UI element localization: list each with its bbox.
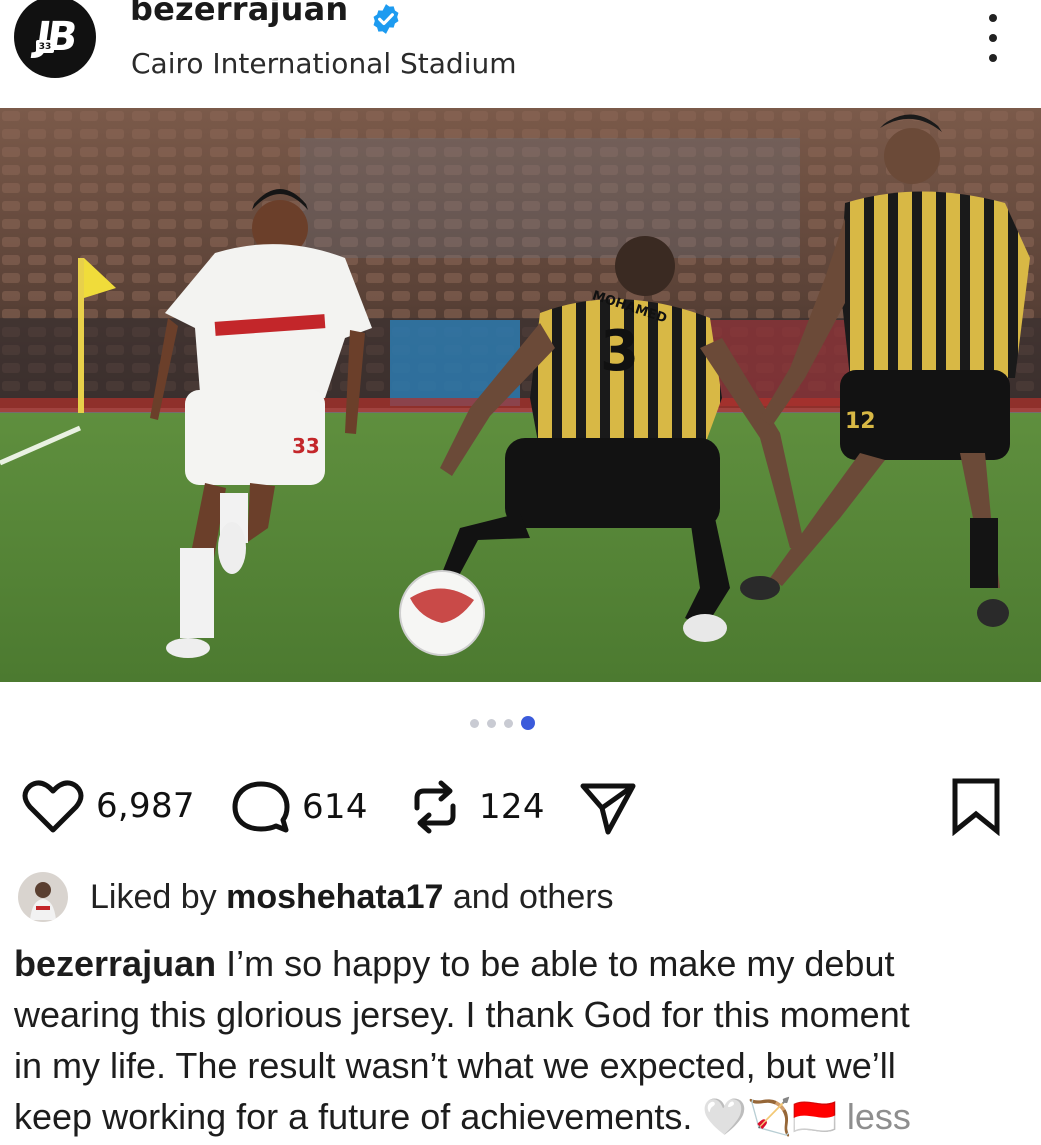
post-location[interactable]: Cairo International Stadium — [131, 47, 517, 80]
avatar-logo: JB — [33, 14, 77, 60]
carousel-dot — [470, 718, 479, 728]
liked-by-row[interactable]: Liked by moshehata17 and others — [18, 870, 614, 924]
post-header: JB 33 bezerrajuan Cairo International St… — [0, 0, 1041, 108]
save-button[interactable] — [950, 776, 1002, 836]
caption-line-1: bezerrajuan I’m so happy to be able to m… — [14, 938, 1034, 989]
post-screen: JB 33 bezerrajuan Cairo International St… — [0, 0, 1041, 1145]
action-bar: 6,987 614 124 — [0, 770, 1041, 840]
post-username[interactable]: bezerrajuan — [130, 0, 348, 28]
white-shirt-number: 33 — [292, 434, 320, 458]
carousel-dot — [487, 718, 496, 728]
more-dot-icon — [989, 54, 997, 62]
verified-badge-icon — [373, 4, 399, 34]
carousel-indicator — [470, 716, 535, 730]
liker-avatar — [18, 872, 68, 922]
profile-avatar[interactable]: JB 33 — [14, 0, 96, 78]
post-caption: bezerrajuan I’m so happy to be able to m… — [14, 938, 1034, 1142]
carousel-dot — [504, 718, 513, 728]
post-photo[interactable]: 33 MOHAMED 3 12 — [0, 108, 1041, 682]
comment-count: 614 — [302, 787, 368, 827]
football-ball — [399, 570, 485, 656]
caption-text-1: I’m so happy to be able to make my debut — [226, 943, 895, 984]
heart-icon — [22, 780, 84, 833]
send-icon — [580, 783, 636, 835]
more-options-button[interactable] — [975, 10, 1011, 66]
more-dot-icon — [989, 34, 997, 42]
liked-by-prefix: Liked by — [90, 877, 217, 916]
share-button[interactable] — [578, 778, 638, 836]
repost-icon — [414, 780, 456, 834]
liked-by-user[interactable]: moshehata17 — [226, 878, 443, 916]
avatar-logo-number: 33 — [36, 40, 54, 53]
caption-line-4: keep working for a future of achievement… — [14, 1091, 1034, 1142]
liked-by-suffix: and others — [452, 877, 614, 916]
football-photo-image: 33 MOHAMED 3 12 — [0, 108, 1041, 682]
caption-username[interactable]: bezerrajuan — [14, 943, 216, 984]
jersey-number: 3 — [600, 319, 639, 384]
caption-line-3: in my life. The result wasn’t what we ex… — [14, 1045, 896, 1086]
repost-button[interactable]: 124 — [405, 778, 545, 836]
bookmark-icon — [952, 778, 1000, 836]
less-button[interactable]: less — [847, 1096, 911, 1137]
comment-button[interactable]: 614 — [230, 778, 368, 836]
repost-count: 124 — [479, 787, 545, 827]
liked-by-text: Liked by moshehata17 and others — [90, 878, 614, 917]
right-player-number: 12 — [845, 409, 876, 434]
comment-icon — [232, 781, 290, 833]
caption-line-2: wearing this glorious jersey. I thank Go… — [14, 994, 910, 1035]
carousel-dot-active — [521, 716, 535, 730]
like-count: 6,987 — [96, 786, 195, 826]
like-button[interactable]: 6,987 — [22, 778, 195, 834]
caption-text-4: keep working for a future of achievement… — [14, 1096, 693, 1137]
liker-avatar-image — [18, 872, 68, 922]
caption-emojis: 🤍🏹🇮🇩 — [702, 1096, 837, 1137]
more-dot-icon — [989, 14, 997, 22]
